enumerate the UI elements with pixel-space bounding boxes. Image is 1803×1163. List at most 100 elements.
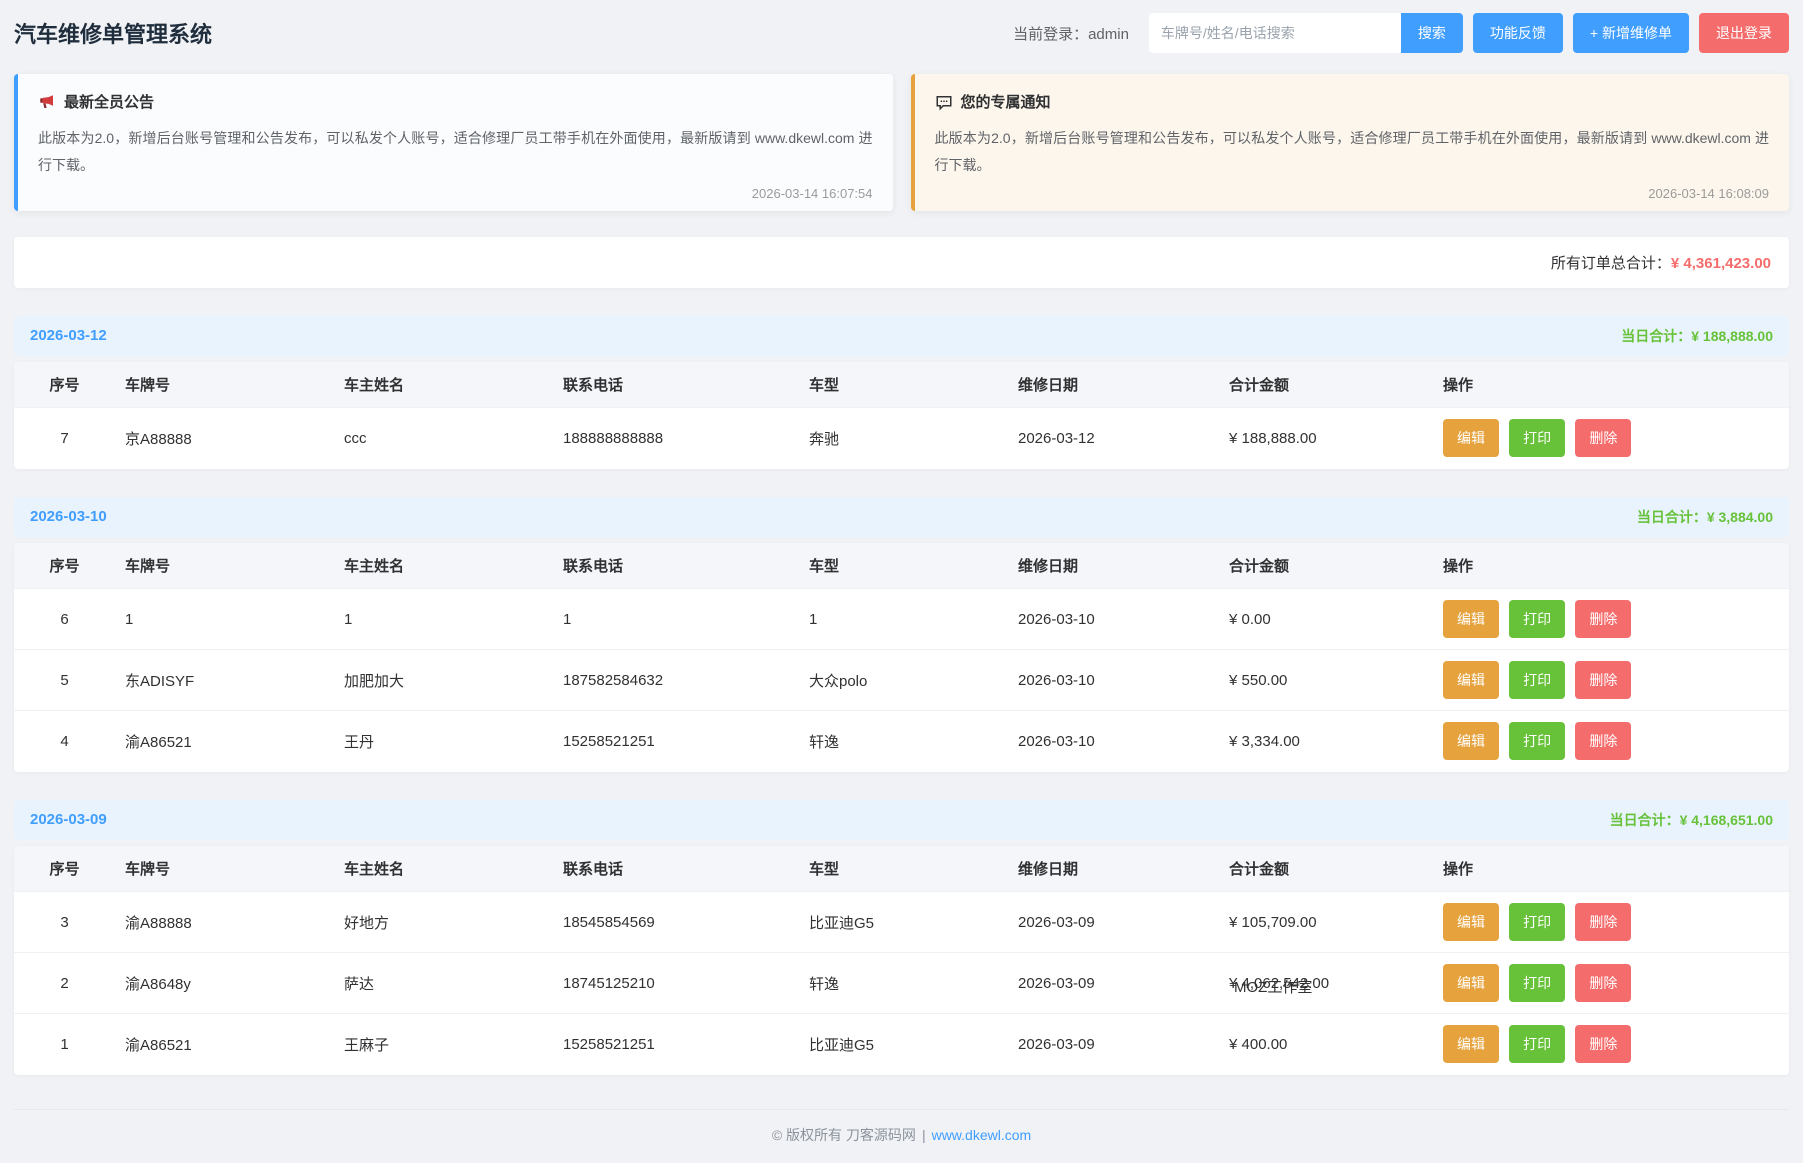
cell-seq: 4 <box>14 711 115 772</box>
footer-link[interactable]: www.dkewl.com <box>932 1127 1032 1143</box>
logout-button[interactable]: 退出登录 <box>1699 13 1789 53</box>
col-header-owner: 车主姓名 <box>334 362 553 408</box>
print-button[interactable]: 打印 <box>1509 1025 1565 1063</box>
cell-date: 2026-03-09 <box>1008 953 1219 1014</box>
col-header-phone: 联系电话 <box>553 543 799 589</box>
cell-amount: ¥ 4,062,542.00MOZ工作室 <box>1219 953 1433 1014</box>
col-header-plate: 车牌号 <box>115 362 334 408</box>
day-date: 2026-03-12 <box>30 327 107 344</box>
cell-seq: 1 <box>14 1014 115 1075</box>
table-row: 6 1 1 1 1 2026-03-10 ¥ 0.00 编辑 打印 删除 <box>14 589 1789 650</box>
delete-button[interactable]: 删除 <box>1575 903 1631 941</box>
topbar: 汽车维修单管理系统 当前登录：admin 搜索 功能反馈 + 新增维修单 退出登… <box>14 0 1789 66</box>
day-section-2026-03-10: 2026-03-10 当日合计：¥ 3,884.00 序号 车牌号 车主姓名 联… <box>14 497 1789 772</box>
search-input[interactable] <box>1149 13 1401 53</box>
cell-actions: 编辑 打印 删除 <box>1433 589 1789 650</box>
edit-button[interactable]: 编辑 <box>1443 903 1499 941</box>
cell-seq: 7 <box>14 408 115 469</box>
day-header: 2026-03-09 当日合计：¥ 4,168,651.00 <box>14 800 1789 840</box>
global-announcement-timestamp: 2026-03-14 16:07:54 <box>38 186 873 201</box>
print-button[interactable]: 打印 <box>1509 661 1565 699</box>
grand-total-bar: 所有订单总合计：¥ 4,361,423.00 <box>14 237 1789 288</box>
table-row: 5 东ADISYF 加肥加大 187582584632 大众polo 2026-… <box>14 650 1789 711</box>
cell-actions: 编辑 打印 删除 <box>1433 650 1789 711</box>
day-header: 2026-03-10 当日合计：¥ 3,884.00 <box>14 497 1789 537</box>
cell-phone: 18545854569 <box>553 892 799 953</box>
cell-phone: 1 <box>553 589 799 650</box>
col-header-model: 车型 <box>799 543 1008 589</box>
cell-date: 2026-03-10 <box>1008 711 1219 772</box>
col-header-phone: 联系电话 <box>553 362 799 408</box>
cell-seq: 6 <box>14 589 115 650</box>
search-button[interactable]: 搜索 <box>1401 13 1463 53</box>
edit-button[interactable]: 编辑 <box>1443 661 1499 699</box>
col-header-date: 维修日期 <box>1008 362 1219 408</box>
personal-notice-title-row: 您的专属通知 <box>935 91 1770 112</box>
orders-table: 序号 车牌号 车主姓名 联系电话 车型 维修日期 合计金额 操作 6 1 1 <box>14 543 1789 772</box>
cell-model: 轩逸 <box>799 711 1008 772</box>
edit-button[interactable]: 编辑 <box>1443 600 1499 638</box>
print-button[interactable]: 打印 <box>1509 419 1565 457</box>
col-header-actions: 操作 <box>1433 846 1789 892</box>
edit-button[interactable]: 编辑 <box>1443 419 1499 457</box>
day-header: 2026-03-12 当日合计：¥ 188,888.00 <box>14 316 1789 356</box>
table-row: 2 渝A8648y 萨达 18745125210 轩逸 2026-03-09 ¥… <box>14 953 1789 1014</box>
delete-button[interactable]: 删除 <box>1575 600 1631 638</box>
table-header-row: 序号 车牌号 车主姓名 联系电话 车型 维修日期 合计金额 操作 <box>14 846 1789 892</box>
orders-table: 序号 车牌号 车主姓名 联系电话 车型 维修日期 合计金额 操作 3 渝A888… <box>14 846 1789 1075</box>
cell-amount: ¥ 188,888.00 <box>1219 408 1433 469</box>
announcements: 最新全员公告 此版本为2.0，新增后台账号管理和公告发布，可以私发个人账号，适合… <box>14 74 1789 211</box>
col-header-date: 维修日期 <box>1008 846 1219 892</box>
cell-plate: 渝A8648y <box>115 953 334 1014</box>
cell-model: 1 <box>799 589 1008 650</box>
cell-amount: ¥ 400.00 <box>1219 1014 1433 1075</box>
table-header-row: 序号 车牌号 车主姓名 联系电话 车型 维修日期 合计金额 操作 <box>14 543 1789 589</box>
footer: © 版权所有 刀客源码网|www.dkewl.com <box>14 1109 1789 1163</box>
cell-owner: 1 <box>334 589 553 650</box>
col-header-seq: 序号 <box>14 543 115 589</box>
edit-button[interactable]: 编辑 <box>1443 964 1499 1002</box>
global-announcement-title-row: 最新全员公告 <box>38 91 873 112</box>
current-login-label: 当前登录：admin <box>1013 23 1129 44</box>
day-section-2026-03-12: 2026-03-12 当日合计：¥ 188,888.00 序号 车牌号 车主姓名… <box>14 316 1789 469</box>
daily-total: 当日合计：¥ 3,884.00 <box>1637 507 1773 527</box>
delete-button[interactable]: 删除 <box>1575 964 1631 1002</box>
cell-plate: 渝A88888 <box>115 892 334 953</box>
cell-owner: 好地方 <box>334 892 553 953</box>
cell-owner: ccc <box>334 408 553 469</box>
daily-total: 当日合计：¥ 188,888.00 <box>1621 326 1773 346</box>
cell-phone: 188888888888 <box>553 408 799 469</box>
table-row: 7 京A88888 ccc 188888888888 奔驰 2026-03-12… <box>14 408 1789 469</box>
cell-actions: 编辑 打印 删除 <box>1433 711 1789 772</box>
cell-plate: 京A88888 <box>115 408 334 469</box>
col-header-owner: 车主姓名 <box>334 543 553 589</box>
grand-total-amount: ¥ 4,361,423.00 <box>1671 255 1771 272</box>
table-row: 3 渝A88888 好地方 18545854569 比亚迪G5 2026-03-… <box>14 892 1789 953</box>
col-header-actions: 操作 <box>1433 543 1789 589</box>
orders-table-card: 序号 车牌号 车主姓名 联系电话 车型 维修日期 合计金额 操作 7 京A888… <box>14 362 1789 469</box>
cell-owner: 王丹 <box>334 711 553 772</box>
print-button[interactable]: 打印 <box>1509 964 1565 1002</box>
cell-owner: 王麻子 <box>334 1014 553 1075</box>
col-header-model: 车型 <box>799 846 1008 892</box>
edit-button[interactable]: 编辑 <box>1443 722 1499 760</box>
feedback-button[interactable]: 功能反馈 <box>1473 13 1563 53</box>
print-button[interactable]: 打印 <box>1509 903 1565 941</box>
delete-button[interactable]: 删除 <box>1575 419 1631 457</box>
delete-button[interactable]: 删除 <box>1575 661 1631 699</box>
delete-button[interactable]: 删除 <box>1575 1025 1631 1063</box>
grand-total-label: 所有订单总合计： <box>1551 255 1671 272</box>
cell-owner: 萨达 <box>334 953 553 1014</box>
add-repair-order-button[interactable]: + 新增维修单 <box>1573 13 1689 53</box>
cell-phone: 18745125210 <box>553 953 799 1014</box>
print-button[interactable]: 打印 <box>1509 722 1565 760</box>
col-header-owner: 车主姓名 <box>334 846 553 892</box>
print-button[interactable]: 打印 <box>1509 600 1565 638</box>
amount-value: ¥ 4,062,542.00MOZ工作室 <box>1229 975 1329 992</box>
cell-actions: 编辑 打印 删除 <box>1433 953 1789 1014</box>
day-date: 2026-03-10 <box>30 508 107 525</box>
cell-date: 2026-03-12 <box>1008 408 1219 469</box>
edit-button[interactable]: 编辑 <box>1443 1025 1499 1063</box>
cell-model: 比亚迪G5 <box>799 1014 1008 1075</box>
delete-button[interactable]: 删除 <box>1575 722 1631 760</box>
